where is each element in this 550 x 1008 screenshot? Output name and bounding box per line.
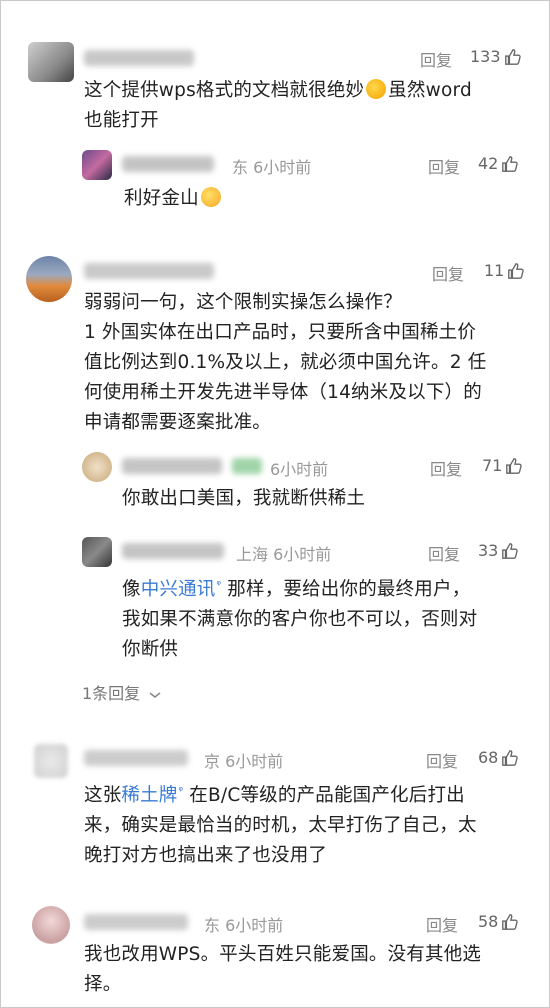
username-blurred[interactable] — [84, 263, 214, 279]
comment-meta: 东 6小时前 — [204, 916, 284, 935]
comment-text: 这张稀土牌ᵠ 在B/C等级的产品能国产化后打出 来，确实是最恰当的时机，太早打伤了… — [84, 784, 477, 867]
comment-text: 利好金山 — [124, 184, 223, 214]
chevron-down-icon — [149, 691, 161, 698]
comment-text: 这个提供wps格式的文档就很绝妙 虽然word 也能打开 — [84, 79, 472, 131]
thumbs-up-icon — [502, 155, 519, 172]
thumbs-up-icon — [502, 749, 519, 766]
thumbs-up-icon — [502, 542, 519, 559]
like-button[interactable]: 68 — [478, 748, 519, 767]
reply-button[interactable]: 回复 — [432, 261, 464, 285]
avatar[interactable] — [32, 906, 70, 944]
keyword-link[interactable]: 稀土牌 — [121, 785, 177, 806]
comment-meta: 京 6小时前 — [204, 752, 284, 771]
username-blurred[interactable] — [122, 458, 222, 474]
comment-text: 弱弱问一句，这个限制实操怎么操作？ 1 外国实体在出口产品时，只要所含中国稀土价… — [84, 292, 487, 433]
username-blurred[interactable] — [84, 914, 188, 930]
reply-button[interactable]: 回复 — [430, 456, 462, 480]
avatar[interactable] — [82, 452, 112, 482]
like-count: 133 — [470, 47, 501, 66]
like-count: 58 — [478, 912, 499, 931]
like-count: 33 — [478, 541, 499, 560]
like-count: 71 — [482, 456, 503, 475]
thumbs-up-icon — [508, 262, 525, 279]
avatar[interactable] — [26, 256, 72, 302]
comment-text: 我也改用WPS。平头百姓只能爱国。没有其他选 择。 — [84, 944, 482, 995]
laugh-cry-emoji-icon — [366, 79, 387, 99]
comment-time: 6小时前 — [270, 460, 329, 479]
avatar[interactable] — [82, 150, 112, 180]
search-icon: ᵠ — [178, 784, 184, 797]
keyword-link[interactable]: 中兴通讯 — [141, 579, 216, 600]
reply-button[interactable]: 回复 — [428, 154, 460, 178]
like-button[interactable]: 11 — [484, 261, 525, 280]
like-count: 68 — [478, 748, 499, 767]
badge-blurred — [232, 458, 262, 474]
reply-button[interactable]: 回复 — [426, 912, 458, 936]
reply-button[interactable]: 回复 — [428, 541, 460, 565]
like-count: 42 — [478, 154, 499, 173]
avatar[interactable] — [82, 537, 112, 567]
like-button[interactable]: 58 — [478, 912, 519, 931]
comment-meta: 东 6小时前 — [232, 158, 312, 177]
username-blurred[interactable] — [122, 543, 224, 559]
comment-text: 你敢出口美国，我就断供稀土 — [122, 488, 366, 509]
like-button[interactable]: 71 — [482, 456, 523, 475]
like-button[interactable]: 33 — [478, 541, 519, 560]
reply-button[interactable]: 回复 — [420, 47, 452, 71]
like-button[interactable]: 42 — [478, 154, 519, 173]
search-icon: ᵠ — [216, 578, 222, 591]
comment-text: 像中兴通讯ᵠ 那样，要给出你的最终用户， 我如果不满意你的客户你也不可以，否则对 … — [122, 578, 478, 661]
like-button[interactable]: 133 — [470, 47, 522, 66]
thumbs-up-icon — [506, 457, 523, 474]
avatar[interactable] — [34, 744, 68, 778]
thumbs-up-icon — [502, 913, 519, 930]
reply-button[interactable]: 回复 — [426, 748, 458, 772]
comment-meta: 上海 6小时前 — [236, 545, 332, 564]
username-blurred[interactable] — [84, 50, 194, 66]
username-blurred[interactable] — [84, 750, 188, 766]
thumbs-up-icon — [504, 48, 521, 65]
expand-replies-button[interactable]: 1条回复 — [82, 680, 161, 704]
avatar[interactable] — [28, 42, 74, 82]
username-blurred[interactable] — [122, 156, 214, 172]
grin-emoji-icon — [200, 187, 221, 207]
like-count: 11 — [484, 261, 505, 280]
